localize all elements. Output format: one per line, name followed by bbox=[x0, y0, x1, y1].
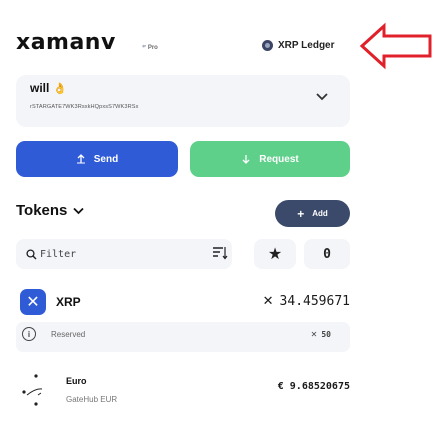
hide-zero-button[interactable]: 0 bbox=[304, 239, 350, 269]
add-label: Add bbox=[312, 209, 328, 218]
filter-box[interactable] bbox=[16, 239, 232, 269]
tokens-title: Tokens bbox=[16, 202, 68, 219]
favorites-button[interactable]: ★ bbox=[254, 239, 296, 269]
account-name-label: will bbox=[30, 81, 50, 95]
header: xamanv •· Pro XRP Ledger bbox=[0, 0, 442, 70]
star-icon: ★ bbox=[267, 246, 283, 263]
request-label: Request bbox=[259, 153, 299, 165]
reserved-label: Reserved bbox=[51, 330, 86, 339]
euro-balance[interactable]: € 9.68520675 bbox=[278, 381, 350, 392]
account-address: rSTARGATE7WK3RsxkHQpxsS7WK3RSx bbox=[30, 104, 139, 110]
pro-badge: •· Pro bbox=[142, 41, 158, 51]
account-card[interactable]: will 👌 rSTARGATE7WK3RsxkHQpxsS7WK3RSx bbox=[16, 75, 350, 127]
chevron-down-icon[interactable] bbox=[316, 93, 328, 101]
reserved-row[interactable]: i Reserved ✕ 50 bbox=[16, 322, 350, 352]
chevron-down-icon bbox=[73, 207, 85, 214]
xrp-balance[interactable]: ✕ 34.459671 bbox=[263, 294, 350, 309]
app-logo: xamanv bbox=[16, 30, 116, 55]
back-arrow-icon[interactable] bbox=[358, 22, 434, 70]
request-icon bbox=[242, 155, 250, 164]
euro-token-name[interactable]: Euro bbox=[66, 376, 87, 386]
filter-input[interactable] bbox=[40, 248, 190, 260]
info-icon: i bbox=[22, 327, 36, 341]
network-label: XRP Ledger bbox=[278, 40, 335, 51]
add-token-button[interactable]: + Add bbox=[275, 200, 350, 227]
network-selector[interactable]: XRP Ledger bbox=[262, 40, 335, 51]
reserved-amount: ✕ 50 bbox=[311, 330, 331, 339]
request-button[interactable]: Request bbox=[190, 141, 350, 177]
hand-emoji-icon: 👌 bbox=[53, 82, 68, 95]
send-icon bbox=[76, 154, 85, 164]
xrp-token-name[interactable]: XRP bbox=[56, 295, 81, 309]
tokens-dropdown[interactable]: Tokens bbox=[16, 202, 85, 219]
gatehub-token-icon bbox=[22, 374, 43, 406]
sort-icon[interactable] bbox=[212, 246, 228, 260]
xrp-balance-value: 34.459671 bbox=[279, 294, 350, 309]
pro-badge-label: Pro bbox=[147, 45, 158, 51]
plus-icon: + bbox=[297, 206, 305, 221]
search-icon bbox=[26, 248, 37, 259]
account-name: will 👌 bbox=[30, 81, 67, 95]
xrp-symbol: ✕ bbox=[262, 294, 274, 309]
send-button[interactable]: Send bbox=[16, 141, 178, 177]
xrp-token-icon: ✕ bbox=[20, 289, 46, 315]
reserved-value: 50 bbox=[321, 330, 331, 339]
zero-label: 0 bbox=[323, 246, 331, 262]
send-label: Send bbox=[93, 153, 119, 165]
reserved-symbol: ✕ bbox=[310, 330, 318, 339]
euro-token-issuer: GateHub EUR bbox=[66, 395, 118, 404]
network-icon bbox=[262, 40, 273, 51]
